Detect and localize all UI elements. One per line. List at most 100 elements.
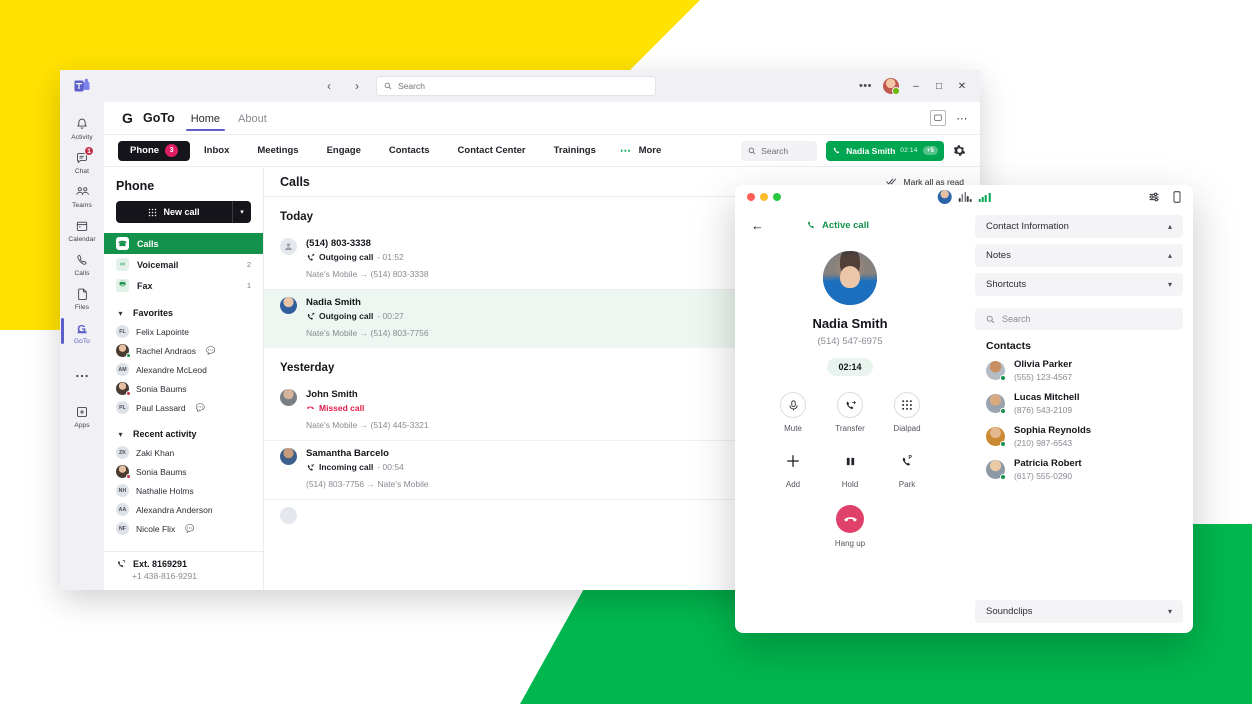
presence-indicator bbox=[125, 352, 131, 358]
microphone-icon bbox=[780, 392, 806, 418]
new-call-button[interactable]: New call bbox=[116, 201, 232, 223]
hangup-button[interactable] bbox=[836, 505, 864, 533]
list-item[interactable]: ZK Zaki Khan bbox=[104, 443, 263, 462]
sidebar-item-calls[interactable]: Calls bbox=[60, 246, 104, 280]
tab-contacts[interactable]: Contacts bbox=[375, 141, 444, 161]
chat-icon[interactable]: 💬 bbox=[206, 346, 215, 355]
arrow-left-icon[interactable]: ← bbox=[751, 218, 764, 233]
contacts-list: Olivia Parker (555) 123-4567 Lucas Mitch… bbox=[975, 359, 1183, 481]
user-avatar[interactable] bbox=[883, 78, 900, 95]
chat-icon[interactable]: 💬 bbox=[196, 403, 205, 412]
mute-button[interactable]: Mute bbox=[765, 392, 822, 433]
shortcuts-search-input[interactable]: Search bbox=[975, 308, 1183, 330]
favorites-section-header[interactable]: ▾ Favorites bbox=[104, 296, 263, 322]
zoom-dot-icon[interactable] bbox=[773, 193, 781, 201]
phone-nav-fax[interactable]: 🖶 Fax 1 bbox=[104, 275, 263, 296]
list-item[interactable]: Olivia Parker (555) 123-4567 bbox=[986, 359, 1183, 382]
window-nav-arrows[interactable]: ‹ › bbox=[322, 80, 364, 92]
sidebar-item-files[interactable]: Files bbox=[60, 280, 104, 314]
screen-icon[interactable] bbox=[930, 110, 947, 126]
tab-engage[interactable]: Engage bbox=[313, 141, 375, 161]
extension-block[interactable]: Ext. 8169291 +1 438-816-9291 bbox=[104, 551, 263, 590]
tab-trainings[interactable]: Trainings bbox=[540, 141, 610, 161]
close-dot-icon[interactable] bbox=[747, 193, 755, 201]
sidebar-label-teams: Teams bbox=[72, 202, 92, 209]
list-item[interactable]: AA Alexandra Anderson bbox=[104, 500, 263, 519]
sidebar-item-more[interactable] bbox=[60, 362, 104, 388]
accordion-contact-information[interactable]: Contact Information ▴ bbox=[975, 215, 1183, 238]
svg-text:G: G bbox=[77, 323, 86, 335]
gear-icon[interactable] bbox=[953, 144, 966, 157]
call-contact-name: Samantha Barcelo bbox=[306, 448, 389, 459]
recent-activity-section-header[interactable]: ▾ Recent activity bbox=[104, 417, 263, 443]
back-icon[interactable]: ‹ bbox=[322, 80, 336, 92]
avatar: AM bbox=[116, 363, 129, 376]
tab-contact-center[interactable]: Contact Center bbox=[444, 141, 540, 161]
tab-meetings[interactable]: Meetings bbox=[243, 141, 312, 161]
park-button[interactable]: P Park bbox=[879, 448, 936, 489]
call-type: Outgoing call bbox=[306, 252, 373, 262]
transfer-button[interactable]: Transfer bbox=[822, 392, 879, 433]
shortcuts-search-placeholder: Search bbox=[1002, 314, 1031, 324]
sidebar-item-apps[interactable]: Apps bbox=[60, 398, 104, 432]
add-button[interactable]: Add bbox=[765, 448, 822, 489]
sidebar-item-chat[interactable]: 1 Chat bbox=[60, 144, 104, 178]
close-button[interactable]: ✕ bbox=[956, 81, 968, 92]
forward-icon[interactable]: › bbox=[350, 80, 364, 92]
list-item[interactable]: NF Nicole Flix 💬 bbox=[104, 519, 263, 538]
list-item[interactable]: Patricia Robert (617) 555-0290 bbox=[986, 458, 1183, 481]
goto-search-input[interactable]: Search bbox=[741, 140, 818, 161]
dialpad-icon bbox=[894, 392, 920, 418]
list-item[interactable]: NH Nathalie Holms bbox=[104, 481, 263, 500]
list-item[interactable]: Sophia Reynolds (210) 987-6543 bbox=[986, 425, 1183, 448]
overflow-dots-icon[interactable]: ⋯ bbox=[956, 112, 968, 125]
list-item[interactable]: PL Paul Lassard 💬 bbox=[104, 398, 263, 417]
list-item[interactable]: AM Alexandre McLeod bbox=[104, 360, 263, 379]
list-item[interactable]: Lucas Mitchell (876) 543-2109 bbox=[986, 392, 1183, 415]
accordion-shortcuts[interactable]: Shortcuts ▾ bbox=[975, 273, 1183, 296]
sidebar-item-activity[interactable]: Activity bbox=[60, 110, 104, 144]
tab-more[interactable]: ⋯ More bbox=[610, 141, 675, 161]
list-item[interactable]: Sonia Baums bbox=[104, 379, 263, 398]
accordion-notes[interactable]: Notes ▴ bbox=[975, 244, 1183, 267]
list-item-label: Alexandra Anderson bbox=[136, 504, 213, 515]
maximize-button[interactable]: □ bbox=[933, 81, 945, 92]
traffic-lights[interactable] bbox=[747, 193, 781, 201]
tab-home[interactable]: Home bbox=[185, 106, 226, 131]
presence-indicator bbox=[1000, 441, 1006, 447]
minimize-button[interactable]: – bbox=[910, 81, 922, 92]
sidebar-item-teams[interactable]: Teams bbox=[60, 178, 104, 212]
mobile-icon[interactable] bbox=[1173, 191, 1181, 203]
accordion-label: Contact Information bbox=[986, 221, 1069, 232]
call-type-label: Missed call bbox=[319, 403, 365, 413]
sidebar-label-chat: Chat bbox=[74, 168, 90, 175]
chat-icon[interactable]: 💬 bbox=[185, 524, 194, 533]
sliders-icon[interactable] bbox=[1148, 191, 1160, 203]
list-item[interactable]: Rachel Andraos 💬 bbox=[104, 341, 263, 360]
hold-button[interactable]: Hold bbox=[822, 448, 879, 489]
minimize-dot-icon[interactable] bbox=[760, 193, 768, 201]
list-item-label: Nathalie Holms bbox=[136, 485, 194, 496]
call-from: Nate's Mobile bbox=[306, 269, 358, 279]
tab-inbox[interactable]: Inbox bbox=[190, 141, 243, 161]
titlebar-overflow-icon[interactable]: ••• bbox=[859, 80, 872, 92]
sidebar-item-calendar[interactable]: Calendar bbox=[60, 212, 104, 246]
teams-search-input[interactable]: Search bbox=[376, 76, 656, 96]
call-duration: - 00:54 bbox=[377, 462, 404, 472]
list-item[interactable]: Sonia Baums bbox=[104, 462, 263, 481]
list-item[interactable]: FL Felix Lapointe bbox=[104, 322, 263, 341]
active-call-pill[interactable]: Nadia Smith 02:14 +5 bbox=[826, 140, 944, 161]
call-meta: Outgoing call - 01:52 bbox=[306, 252, 404, 262]
dialpad-button[interactable]: Dialpad bbox=[879, 392, 936, 433]
phone-nav-calls[interactable]: ☎ Calls bbox=[104, 233, 263, 254]
sidebar-item-goto[interactable]: G GoTo bbox=[60, 314, 104, 348]
titlebar-right-controls: ••• – □ ✕ bbox=[859, 78, 980, 95]
tab-phone[interactable]: Phone 3 bbox=[118, 140, 191, 161]
chevron-down-icon: ▾ bbox=[1167, 607, 1172, 616]
call-window-titlebar-right bbox=[1148, 191, 1181, 203]
new-call-dropdown-button[interactable]: ▾ bbox=[232, 201, 251, 223]
accordion-soundclips[interactable]: Soundclips ▾ bbox=[975, 600, 1183, 623]
phone-nav-voicemail[interactable]: ∞ Voicemail 2 bbox=[104, 254, 263, 275]
presence-indicator bbox=[125, 390, 131, 396]
tab-about[interactable]: About bbox=[236, 106, 269, 131]
